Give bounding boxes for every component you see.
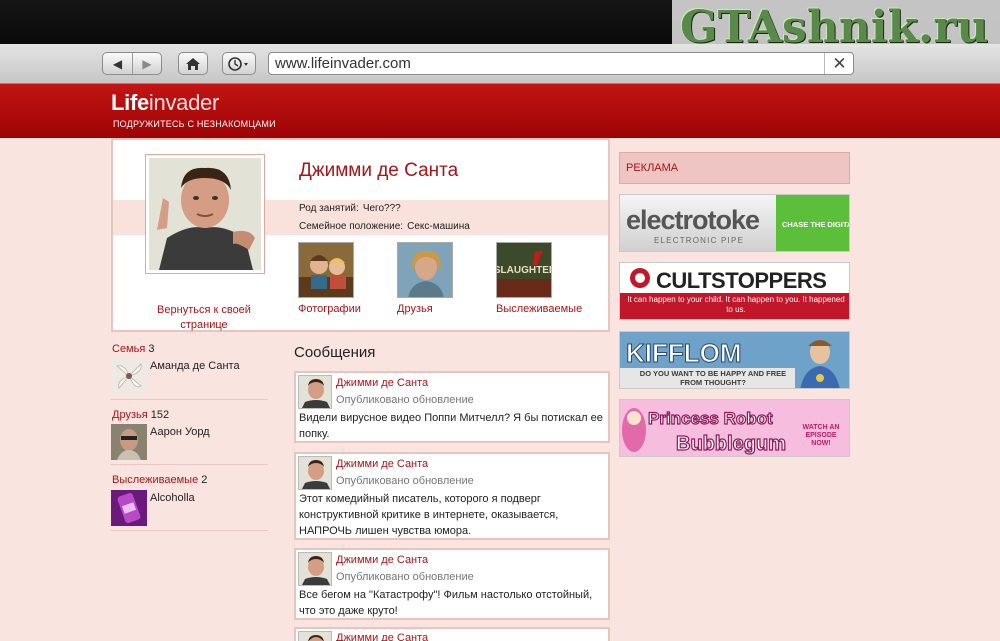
friends-count: 152	[150, 409, 170, 421]
message-author[interactable]: Джимми де Санта	[336, 377, 428, 389]
message-status: Опубликовано обновление	[336, 475, 474, 487]
ad-kifflom[interactable]: KIFFLOM DO YOU WANT TO BE HAPPY AND FREE…	[619, 331, 850, 389]
family-count: 3	[148, 343, 155, 355]
family-heading[interactable]: Семья 3	[112, 343, 155, 355]
cultstoppers-brand: CULTSTOPPERS	[656, 268, 826, 293]
message-card: Джимми де Санта	[294, 627, 610, 641]
stalking-tile[interactable]: SLAUGHTER	[496, 242, 552, 298]
marital-label: Семейное положение:	[299, 221, 404, 232]
sidebar-divider	[111, 464, 268, 465]
electrotoke-sub: ELECTRONIC PIPE	[654, 236, 744, 245]
princess-line2: Bubblegum	[676, 433, 786, 455]
message-status: Опубликовано обновление	[336, 571, 474, 583]
profile-avatar[interactable]	[145, 154, 265, 274]
clock-icon	[228, 56, 248, 71]
ad-cultstoppers[interactable]: CULTSTOPPERS It can happen to your child…	[619, 262, 850, 320]
kifflom-brand: KIFFLOM	[626, 338, 742, 368]
friends-heading[interactable]: Друзья 152	[112, 409, 169, 421]
photos-tile[interactable]	[298, 242, 354, 298]
message-author[interactable]: Джимми де Санта	[336, 458, 428, 470]
logo-rest: invader	[148, 90, 219, 115]
back-to-my-page-link[interactable]: Вернуться к своей странице	[143, 303, 265, 333]
message-card: Джимми де Санта Опубликовано обновление …	[294, 371, 610, 443]
message-status: Опубликовано обновление	[336, 394, 474, 406]
profile-card: Вернуться к своей странице Джимми де Сан…	[111, 138, 610, 332]
messages-title: Сообщения	[294, 344, 376, 361]
marital-row: Семейное положение: Секс-машина	[299, 221, 470, 232]
stalked-avatar[interactable]	[111, 490, 147, 526]
sidebar-divider	[111, 399, 268, 400]
stalking-label[interactable]: Выслеживаемые	[496, 303, 582, 315]
message-author[interactable]: Джимми де Санта	[336, 632, 428, 641]
site-logo[interactable]: Lifeinvader	[111, 90, 219, 116]
browser-toolbar: ◀ ▶ www.lifeinvader.com ✕	[0, 44, 1000, 84]
sidebar-divider	[111, 530, 268, 531]
profile-photo	[149, 158, 261, 270]
cultstoppers-text: It can happen to your child. It can happ…	[627, 295, 845, 314]
ads-header: РЕКЛАМА	[619, 152, 850, 184]
message-avatar[interactable]	[298, 552, 332, 586]
family-member-name[interactable]: Аманда де Санта	[150, 360, 240, 372]
family-avatar[interactable]	[111, 358, 147, 394]
stalking-heading[interactable]: Выслеживаемые 2	[112, 474, 207, 486]
friends-label[interactable]: Друзья	[397, 303, 433, 315]
home-button[interactable]	[178, 52, 208, 75]
message-text: Видели вирусное видео Поппи Митчелл? Я б…	[299, 412, 603, 440]
kifflom-text: DO YOU WANT TO BE HAPPY AND FREE FROM TH…	[639, 369, 787, 387]
nav-buttons: ◀ ▶	[102, 52, 162, 75]
photos-label[interactable]: Фотографии	[298, 303, 361, 315]
site-header: Lifeinvader ПОДРУЖИТЕСЬ С НЕЗНАКОМЦАМИ	[0, 84, 1000, 138]
princess-line1: Princess Robot	[648, 409, 773, 428]
stalking-heading-label: Выслеживаемые	[112, 474, 199, 486]
ad-princess-robot[interactable]: Princess Robot Bubblegum WATCH AN EPISOD…	[619, 399, 850, 457]
home-icon	[186, 57, 200, 70]
ad-electrotoke[interactable]: electrotoke ELECTRONIC PIPE CHASE THE DI…	[619, 194, 850, 252]
electrotoke-cta: CHASE THE DIGITAL DRAGON	[782, 220, 850, 229]
friend-avatar[interactable]	[111, 424, 147, 460]
message-text: Все бегом на "Катастрофу"! Фильм настоль…	[299, 589, 593, 617]
electrotoke-brand: electrotoke	[626, 205, 760, 235]
occupation-row: Род занятий: Чего???	[299, 203, 401, 214]
message-card: Джимми де Санта Опубликовано обновление …	[294, 452, 610, 540]
forward-arrow-icon[interactable]: ▶	[131, 53, 161, 74]
url-bar[interactable]: www.lifeinvader.com	[268, 52, 854, 75]
princess-cta: WATCH AN EPISODE NOW!	[802, 424, 840, 447]
profile-name: Джимми де Санта	[299, 160, 459, 181]
message-text: Этот комедийный писатель, которого я под…	[299, 493, 559, 537]
slaughter-text: SLAUGHTER	[497, 265, 552, 276]
friend-name[interactable]: Аарон Уорд	[150, 426, 210, 438]
family-label: Семья	[112, 343, 146, 355]
site-tagline: ПОДРУЖИТЕСЬ С НЕЗНАКОМЦАМИ	[113, 119, 276, 129]
back-arrow-icon[interactable]: ◀	[103, 53, 132, 74]
history-button[interactable]	[222, 52, 256, 75]
marital-value: Секс-машина	[407, 221, 470, 232]
message-avatar[interactable]	[298, 631, 332, 641]
occupation-value: Чего???	[362, 203, 401, 214]
friends-label: Друзья	[112, 409, 148, 421]
message-author[interactable]: Джимми де Санта	[336, 554, 428, 566]
stalked-name[interactable]: Alcoholla	[150, 492, 195, 504]
message-avatar[interactable]	[298, 375, 332, 409]
logo-bold: Life	[111, 90, 149, 115]
message-card: Джимми де Санта Опубликовано обновление …	[294, 548, 610, 620]
message-avatar[interactable]	[298, 456, 332, 490]
stalking-count: 2	[201, 474, 208, 486]
occupation-label: Род занятий:	[299, 203, 359, 214]
friends-tile[interactable]	[397, 242, 453, 298]
close-icon[interactable]: ✕	[824, 53, 854, 74]
